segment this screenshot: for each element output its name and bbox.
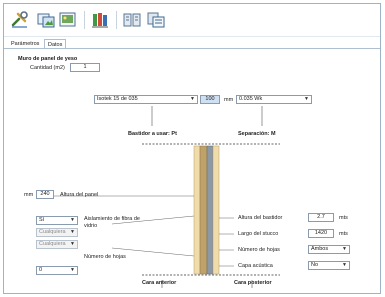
- quantity-field[interactable]: 1: [70, 63, 100, 72]
- height-label: Altura del panel: [60, 192, 99, 198]
- panel-type-select[interactable]: Isotek 15 de 035 ▼: [94, 95, 198, 104]
- face-outside-label: Cara posterior: [234, 280, 272, 286]
- chevron-down-icon: ▼: [70, 217, 75, 223]
- insulation-value: Sí: [39, 217, 45, 223]
- stud: [206, 145, 214, 275]
- height-unit: mm: [24, 192, 34, 198]
- chevron-down-icon: ▼: [70, 241, 75, 247]
- chevron-down-icon: ▼: [342, 262, 347, 268]
- option-value-4: 0: [39, 267, 43, 273]
- image-export-icon[interactable]: [36, 10, 56, 30]
- face-inside-label: Cara anterior: [142, 280, 177, 286]
- insulation-select[interactable]: Sí ▼: [36, 216, 78, 225]
- density-field[interactable]: 100: [200, 95, 220, 104]
- option-select-4[interactable]: 0 ▼: [36, 266, 78, 275]
- tools-icon[interactable]: [10, 10, 30, 30]
- wall-data-panel: Muro de panel de yeso Cantidad (m2) 1 Is…: [12, 56, 376, 292]
- height-field[interactable]: 240: [36, 190, 54, 199]
- option-select-3[interactable]: Cualquiera ▼: [36, 240, 78, 249]
- sheets-label-left: Número de hojas: [84, 254, 126, 260]
- wall-section-diagram: [48, 106, 280, 288]
- acoustic-label: Capa acústica: [238, 263, 273, 269]
- option-value-2: Cualquiera: [39, 229, 66, 235]
- acoustic-value: No: [311, 262, 319, 268]
- sheets-value: Ambos: [311, 246, 329, 252]
- spacing-label: Separación: M: [238, 131, 276, 137]
- section-title: Muro de panel de yeso: [18, 56, 78, 62]
- section-copy-icon[interactable]: [146, 10, 166, 30]
- thickness-value: 0.035 Wk: [239, 96, 263, 102]
- chevron-down-icon: ▼: [70, 267, 75, 273]
- panel-type-value: Isotek 15 de 035: [97, 96, 138, 102]
- chevron-down-icon: ▼: [190, 96, 195, 102]
- panel-face-left: [193, 145, 201, 275]
- thickness-select[interactable]: 0.035 Wk ▼: [236, 95, 312, 104]
- panel-core: [199, 145, 208, 275]
- chevron-down-icon: ▼: [70, 229, 75, 235]
- section-compare-icon[interactable]: [122, 10, 142, 30]
- thickness-unit: mm: [224, 97, 234, 103]
- toolbar: [4, 4, 380, 37]
- stud-length-unit: mts: [339, 231, 348, 237]
- option-select-2[interactable]: Cualquiera ▼: [36, 228, 78, 237]
- option-value-3: Cualquiera: [39, 241, 66, 247]
- chevron-down-icon: ▼: [304, 96, 309, 102]
- chevron-down-icon: ▼: [342, 246, 347, 252]
- panel-face-right: [212, 145, 220, 275]
- stud-type-label: Bastidor a usar: Pt: [128, 131, 177, 137]
- stud-height-field[interactable]: 2.7: [308, 213, 334, 222]
- stud-length-field[interactable]: 1420: [308, 229, 334, 238]
- sheets-select[interactable]: Ambos ▼: [308, 245, 350, 254]
- stud-height-label: Altura del bastidor: [238, 215, 283, 221]
- insulation-label: Aislamiento de fibra de vidrio: [84, 216, 140, 229]
- panel-library-icon[interactable]: [90, 10, 110, 30]
- stud-height-unit: mts: [339, 215, 348, 221]
- sheets-label-right: Número de hojas: [238, 247, 280, 253]
- stud-length-label: Largo del stucco: [238, 231, 279, 237]
- app-window: Parámetros Datos Muro de panel de yeso C…: [3, 3, 381, 294]
- quantity-label: Cantidad (m2): [30, 65, 65, 71]
- acoustic-select[interactable]: No ▼: [308, 261, 350, 270]
- image-view-icon[interactable]: [58, 10, 78, 30]
